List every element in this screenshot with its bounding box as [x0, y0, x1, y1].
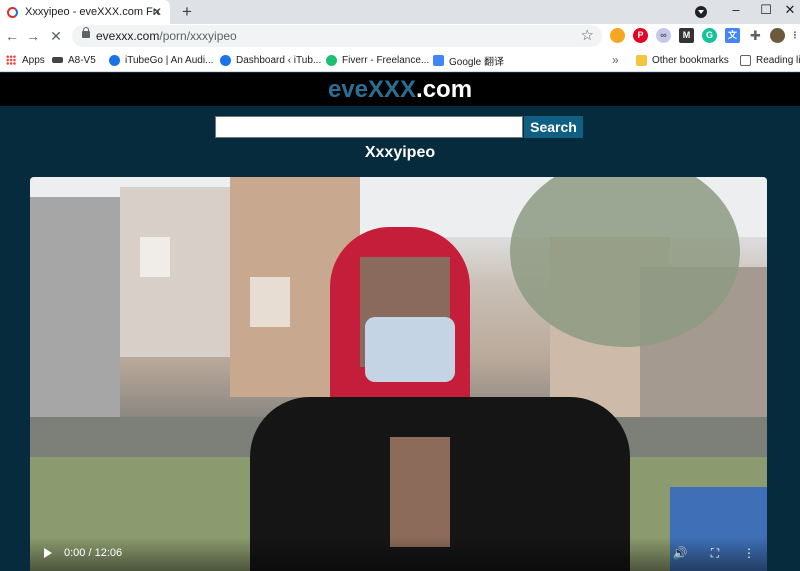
- extensions-puzzle-icon[interactable]: ✚: [748, 28, 763, 43]
- new-tab-icon[interactable]: +: [178, 3, 196, 21]
- url-text: evexxx.com/porn/xxxyipeo: [96, 29, 237, 43]
- browser-tab[interactable]: Xxxyipeo - eveXXX.com Free P ✕: [0, 0, 170, 24]
- pinterest-icon[interactable]: P: [633, 28, 648, 43]
- link-extension-icon[interactable]: ∞: [656, 28, 671, 43]
- tab-title: Xxxyipeo - eveXXX.com Free P: [25, 6, 159, 18]
- reading-list-icon: [740, 54, 751, 66]
- bookmark-label: iTubeGo | An Audi...: [125, 54, 214, 66]
- a8-icon: [52, 57, 63, 63]
- address-bar[interactable]: evexxx.com/porn/xxxyipeo ☆: [72, 25, 602, 47]
- maximize-icon[interactable]: ☐: [752, 0, 780, 20]
- lock-icon[interactable]: [82, 27, 90, 38]
- close-tab-icon[interactable]: ✕: [150, 5, 164, 19]
- translate-icon[interactable]: 文: [725, 28, 740, 43]
- bookmark-label: Fiverr - Freelance...: [342, 54, 430, 66]
- logo-part-xxx: XXX: [368, 76, 417, 103]
- reading-list[interactable]: Reading lis: [740, 53, 800, 67]
- video-frame: [30, 197, 120, 427]
- folder-icon: [636, 54, 647, 66]
- video-frame: [120, 187, 240, 357]
- itubego-icon: [109, 54, 120, 66]
- toolbar: ← → ✕ evexxx.com/porn/xxxyipeo ☆ P ∞ M G…: [0, 24, 800, 48]
- volume-icon[interactable]: 🔊: [672, 545, 688, 561]
- grammarly-icon[interactable]: G: [702, 28, 717, 43]
- logo-part-com: .com: [416, 76, 473, 103]
- bookmark-itubego[interactable]: iTubeGo | An Audi...: [109, 53, 213, 67]
- logo-part-eve: eve: [327, 76, 368, 103]
- dashboard-icon: [220, 54, 231, 66]
- fiverr-icon: [326, 54, 337, 66]
- site-logo[interactable]: eveXXX.com: [328, 76, 472, 103]
- page-content: eveXXX.com Search Xxxyipeo 0:00 / 12:06 …: [0, 73, 800, 571]
- bookmark-label: A8-V5: [68, 54, 96, 66]
- bookmark-star-icon[interactable]: ☆: [581, 26, 594, 44]
- play-icon[interactable]: [44, 548, 52, 558]
- bookmark-apps[interactable]: Apps: [6, 53, 45, 67]
- search-form: Search: [215, 116, 583, 138]
- fullscreen-icon[interactable]: ⛶: [707, 545, 723, 561]
- video-frame: [365, 317, 455, 382]
- bookmark-label: Google 翻译: [449, 56, 505, 68]
- bookmark-google-translate[interactable]: Google 翻译: [433, 53, 505, 68]
- page-title: Xxxyipeo: [364, 144, 436, 161]
- url-path: /porn/xxxyipeo: [159, 29, 237, 43]
- bookmark-label: Apps: [22, 54, 45, 66]
- tab-strip: Xxxyipeo - eveXXX.com Free P ✕ + – ☐ ✕: [0, 0, 800, 24]
- bookmark-a8[interactable]: A8-V5: [52, 53, 96, 67]
- profile-avatar[interactable]: [770, 28, 785, 43]
- video-frame: [390, 437, 450, 547]
- search-input[interactable]: [215, 116, 523, 138]
- video-frame: [140, 237, 170, 277]
- stop-icon[interactable]: ✕: [47, 27, 65, 45]
- other-bookmarks-label: Other bookmarks: [652, 54, 729, 66]
- video-time: 0:00 / 12:06: [64, 547, 123, 559]
- extension-1-icon[interactable]: [610, 28, 625, 43]
- more-options-icon[interactable]: ⋮: [741, 545, 757, 561]
- close-window-icon[interactable]: ✕: [780, 0, 800, 20]
- more-bookmarks-icon[interactable]: »: [612, 53, 619, 67]
- forward-icon[interactable]: →: [24, 27, 42, 45]
- bookmarks-bar: Apps A8-V5 iTubeGo | An Audi... Dashboar…: [0, 48, 800, 72]
- video-controls: 0:00 / 12:06 🔊 ⛶ ⋮: [30, 537, 767, 571]
- search-button[interactable]: Search: [524, 116, 583, 138]
- url-host: evexxx.com: [96, 29, 160, 43]
- reading-list-label: Reading lis: [756, 54, 800, 66]
- site-header: eveXXX.com: [0, 73, 800, 106]
- extension-m-icon[interactable]: M: [679, 28, 694, 43]
- video-frame: [250, 277, 290, 327]
- bookmark-fiverr[interactable]: Fiverr - Freelance...: [326, 53, 429, 67]
- apps-grid-icon: [6, 55, 16, 65]
- bookmark-dashboard[interactable]: Dashboard ‹ iTub...: [220, 53, 321, 67]
- video-player[interactable]: 0:00 / 12:06 🔊 ⛶ ⋮: [30, 177, 767, 571]
- menu-icon[interactable]: ⋮: [790, 28, 800, 43]
- other-bookmarks[interactable]: Other bookmarks: [636, 53, 729, 67]
- minimize-icon[interactable]: –: [722, 0, 750, 20]
- bookmark-label: Dashboard ‹ iTub...: [236, 54, 322, 66]
- back-icon[interactable]: ←: [3, 27, 21, 45]
- google-translate-icon: [433, 54, 444, 66]
- site-favicon-icon: [7, 6, 18, 18]
- tab-search-icon[interactable]: [695, 6, 707, 18]
